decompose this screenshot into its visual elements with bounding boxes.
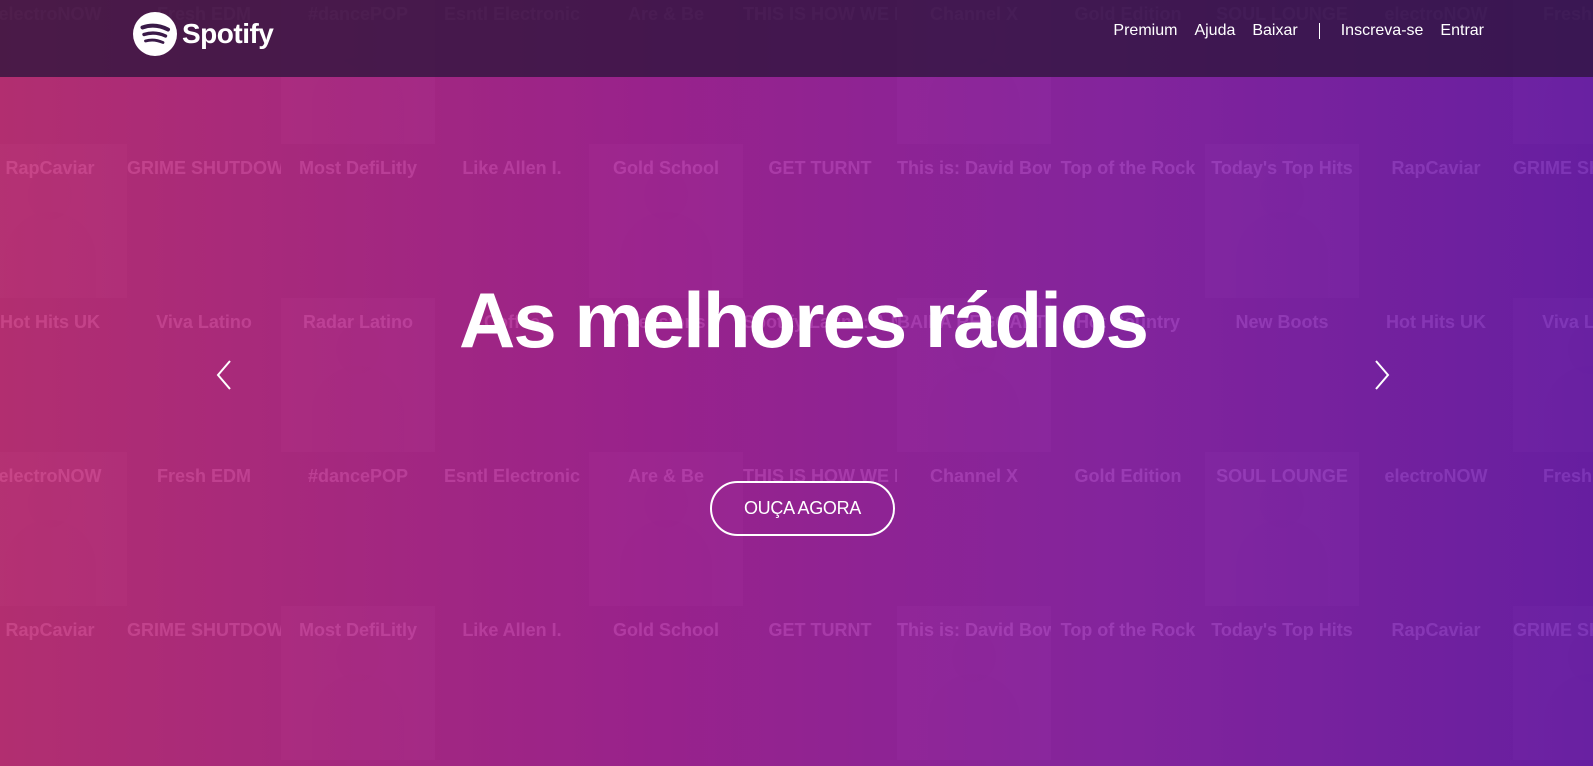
- top-navigation-bar: Spotify Premium Ajuda Baixar Inscreva-se…: [0, 0, 1593, 77]
- nav-divider: [1318, 23, 1320, 39]
- page: electroNOWFresh EDM#dancePOPEsntl Electr…: [0, 0, 1593, 766]
- nav-link-premium[interactable]: Premium: [1113, 22, 1177, 40]
- logo-wordmark: Spotify: [182, 18, 274, 49]
- main-nav: Premium Ajuda Baixar Inscreva-se Entrar: [1096, 22, 1484, 40]
- nav-link-entrar[interactable]: Entrar: [1440, 22, 1484, 40]
- listen-now-button[interactable]: OUÇA AGORA: [710, 481, 895, 536]
- spotify-logo-icon: [133, 12, 177, 56]
- spotify-logo[interactable]: Spotify: [133, 12, 274, 56]
- nav-link-ajuda[interactable]: Ajuda: [1194, 22, 1235, 40]
- hero-title: As melhores rádios: [459, 276, 1149, 364]
- nav-link-inscreva-se[interactable]: Inscreva-se: [1341, 22, 1424, 40]
- nav-link-baixar[interactable]: Baixar: [1252, 22, 1297, 40]
